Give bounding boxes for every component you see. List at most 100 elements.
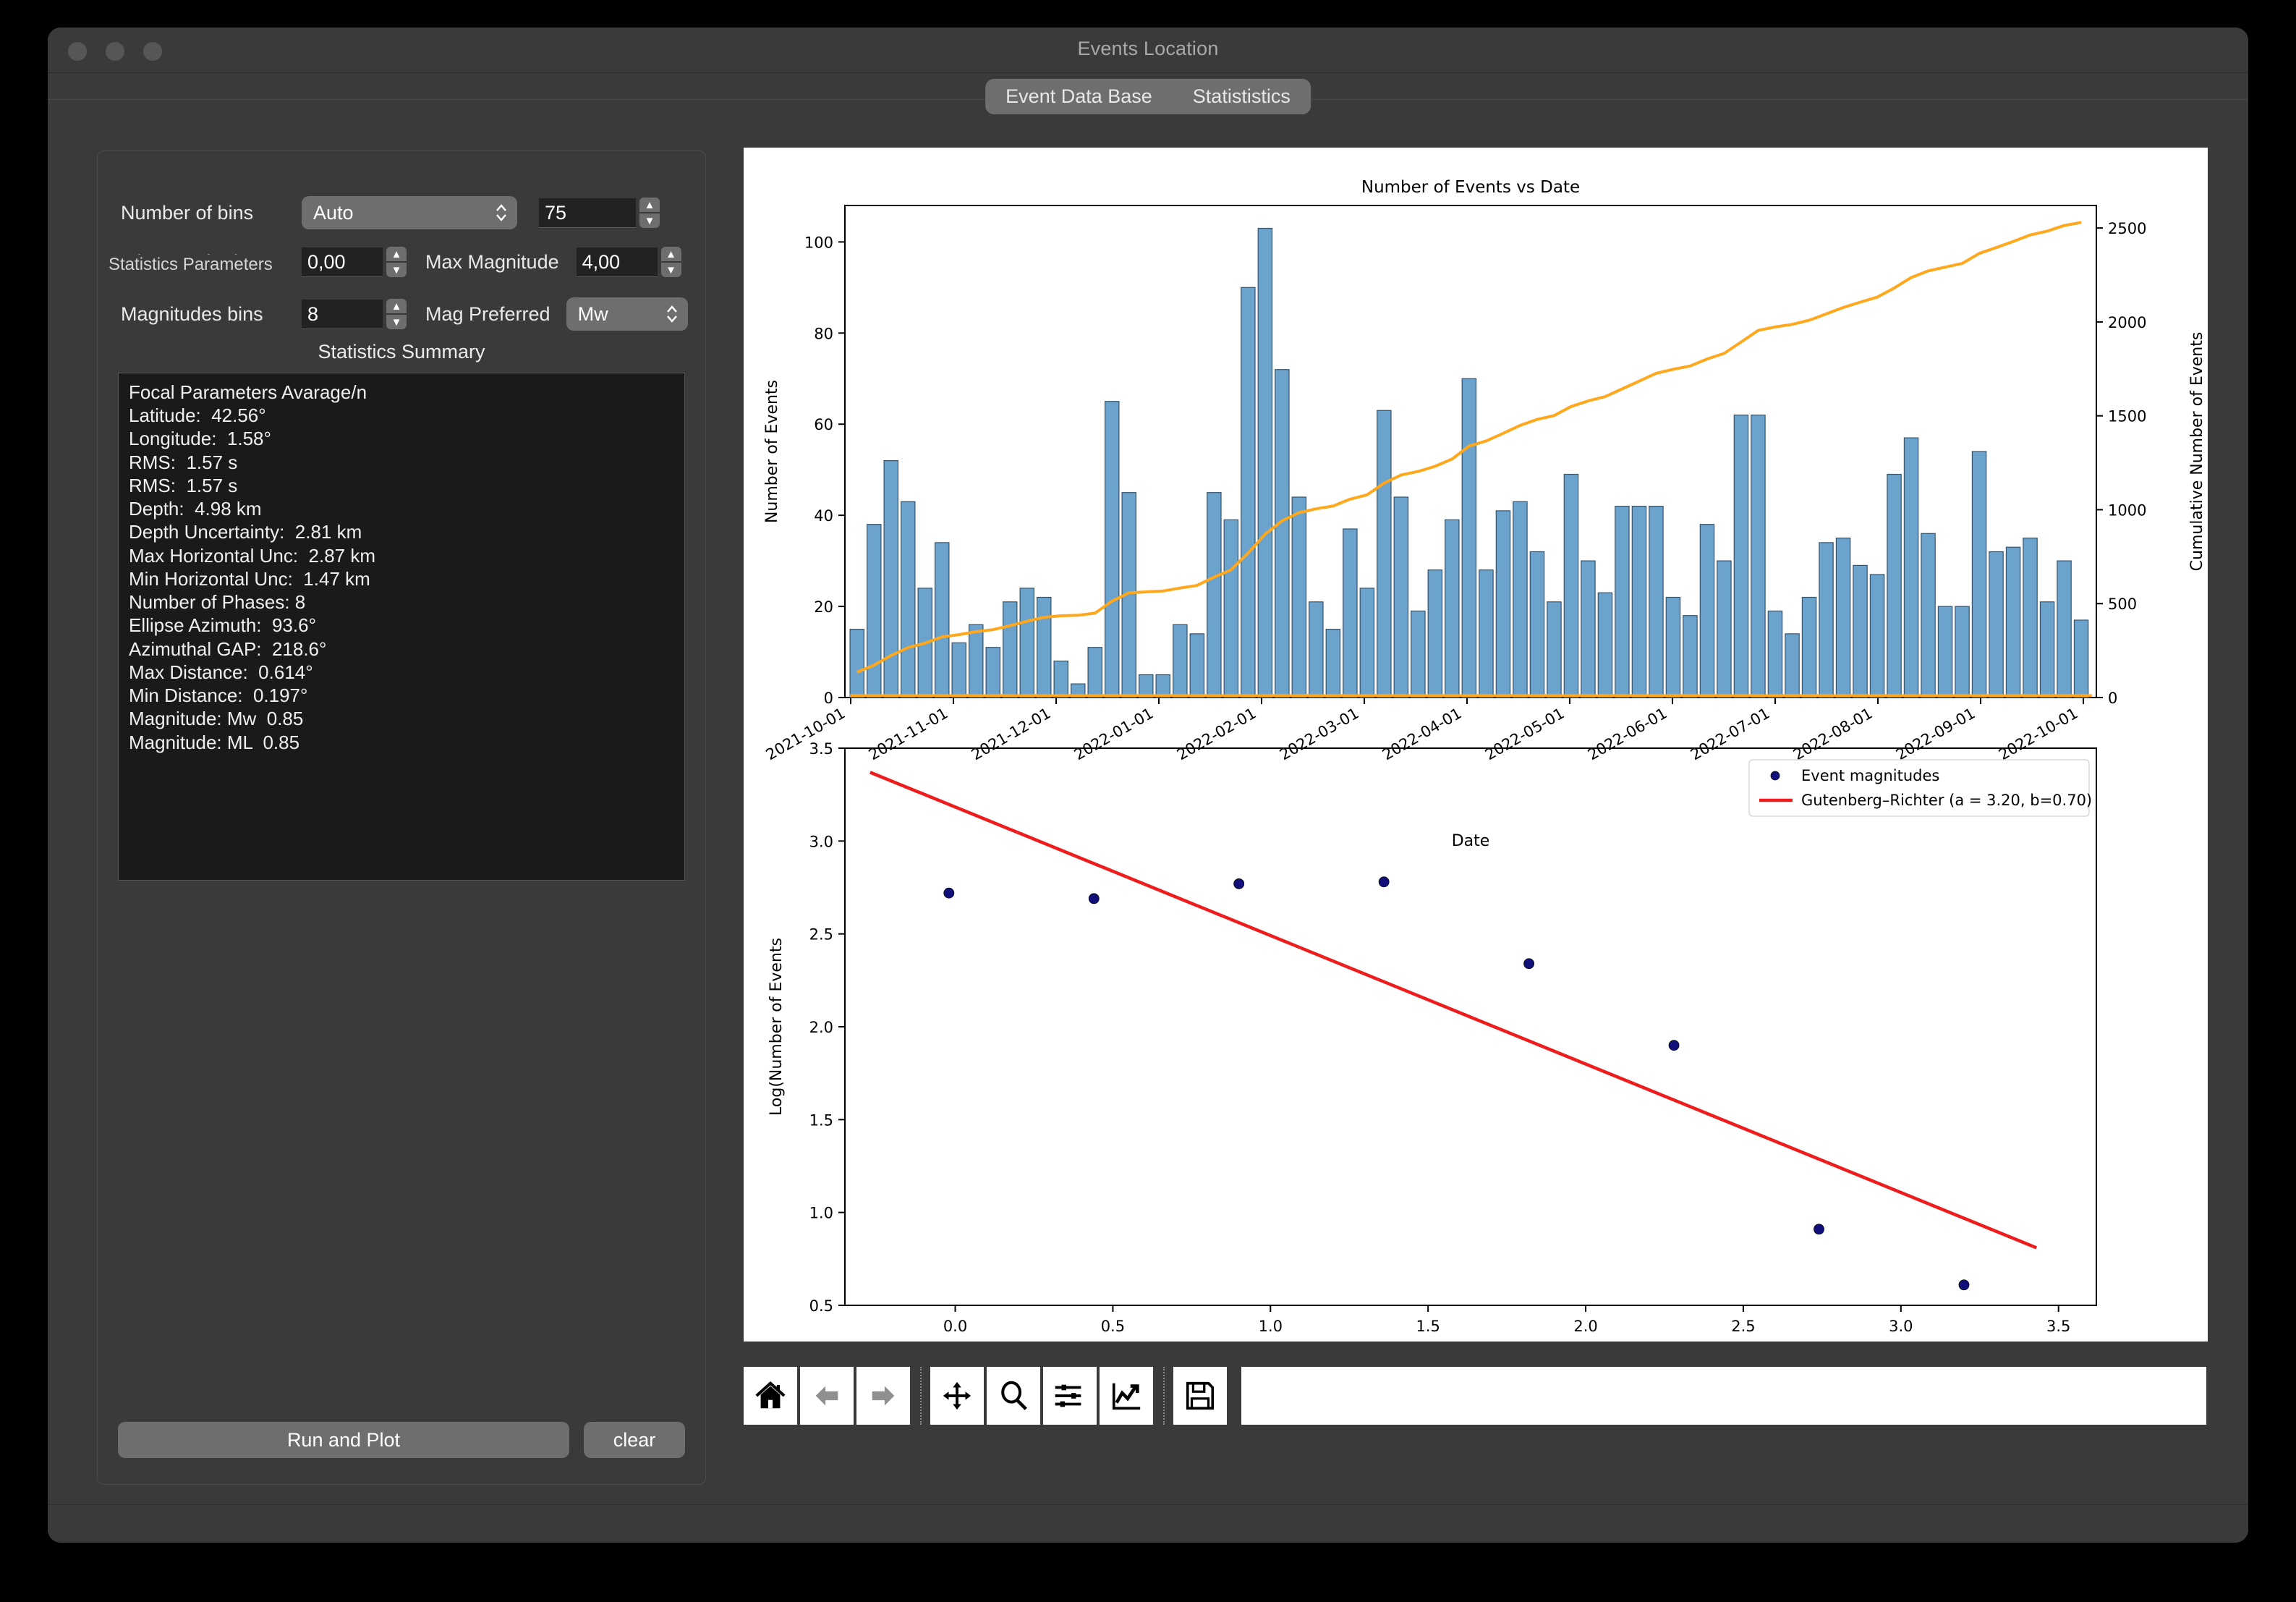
min-magnitude-stepper-buttons[interactable]: ▲ ▼ (386, 247, 407, 277)
tab-event-data-base[interactable]: Event Data Base (985, 79, 1173, 114)
scatter-point (1958, 1279, 1970, 1291)
edit-curve-icon[interactable] (1100, 1367, 1153, 1425)
bar (1445, 519, 1460, 698)
x-tick-label: 2021-12-01 (969, 705, 1054, 764)
tab-statistics[interactable]: Statististics (1172, 79, 1311, 114)
stepper-up-icon[interactable]: ▲ (386, 299, 407, 313)
stepper-down-icon[interactable]: ▼ (386, 263, 407, 277)
bar (867, 524, 882, 698)
home-icon[interactable] (744, 1367, 797, 1425)
zoom-magnifier-icon[interactable] (987, 1367, 1040, 1425)
max-magnitude-stepper[interactable]: 4,00 ▲ ▼ (576, 247, 681, 277)
mag-preferred-select[interactable]: Mw (566, 297, 688, 331)
bar (1393, 496, 1409, 698)
bar (2073, 619, 2089, 698)
subplot-sliders-icon[interactable] (1043, 1367, 1097, 1425)
statistics-summary-text: Focal Parameters Avarage/n Latitude: 42.… (118, 373, 685, 881)
x-tick-label: 2022-01-01 (1071, 705, 1157, 764)
clear-button[interactable]: clear (584, 1422, 685, 1458)
bar (1189, 633, 1205, 698)
bins-value-stepper[interactable]: 75 ▲ ▼ (539, 198, 660, 228)
x-tick-label: 1.0 (1259, 1318, 1283, 1335)
min-magnitude-stepper[interactable]: 0,00 ▲ ▼ (302, 247, 407, 277)
x-tick-label: 2022-06-01 (1585, 705, 1670, 764)
bar (1427, 569, 1443, 698)
stepper-down-icon[interactable]: ▼ (660, 263, 681, 277)
forward-arrow-icon[interactable] (856, 1367, 910, 1425)
y-axis-title: Log(Number of Events (768, 938, 786, 1116)
magnitudes-bins-stepper-buttons[interactable]: ▲ ▼ (386, 299, 407, 329)
number-of-bins-label: Number of bins (121, 201, 254, 224)
bar (1631, 506, 1647, 698)
magnitudes-bins-stepper[interactable]: 8 ▲ ▼ (302, 299, 407, 329)
bar (1563, 473, 1579, 698)
bar (969, 624, 984, 698)
bar (1649, 506, 1664, 698)
bar (1853, 564, 1868, 698)
bar (1937, 606, 1953, 698)
bar (1138, 674, 1154, 698)
bar (1733, 415, 1749, 698)
bar (1921, 533, 1936, 698)
bar (1903, 437, 1919, 698)
run-and-plot-button[interactable]: Run and Plot (118, 1422, 569, 1458)
pan-move-icon[interactable] (930, 1367, 984, 1425)
bar (2005, 546, 2021, 698)
pan-move-glyph (943, 1381, 971, 1410)
bar (1683, 615, 1698, 698)
bins-stepper-buttons[interactable]: ▲ ▼ (639, 198, 660, 228)
bar (1547, 601, 1562, 698)
main-content: Statistics Parameters Number of bins Aut… (48, 113, 2248, 1505)
min-magnitude-input[interactable]: 0,00 (302, 247, 383, 277)
magnitudes-bins-input[interactable]: 8 (302, 299, 383, 329)
bar (951, 642, 967, 698)
window-titlebar: Events Location (48, 27, 2248, 73)
bar (1173, 624, 1188, 698)
bins-mode-value: Auto (313, 201, 354, 224)
bar (1615, 506, 1630, 698)
stepper-down-icon[interactable]: ▼ (639, 213, 660, 228)
bar (2023, 537, 2038, 698)
matplotlib-canvas[interactable]: Number of Events vs Date 0 20 40 60 80 100 Numb… (744, 148, 2208, 1342)
x-tick-label: 2021-10-01 (763, 705, 849, 764)
stepper-down-icon[interactable]: ▼ (386, 315, 407, 329)
action-button-row: Run and Plot clear (118, 1422, 685, 1458)
x-tick-label: 2.0 (1573, 1318, 1597, 1335)
bins-value-input[interactable]: 75 (539, 198, 636, 228)
max-magnitude-input[interactable]: 4,00 (576, 247, 658, 277)
home-glyph (755, 1381, 786, 1409)
bar (1835, 537, 1851, 698)
bar (1461, 378, 1477, 698)
forward-arrow-glyph (872, 1386, 895, 1406)
stepper-up-icon[interactable]: ▲ (386, 247, 407, 261)
save-floppy-icon[interactable] (1173, 1367, 1227, 1425)
bar (1767, 610, 1783, 698)
bar (1223, 519, 1239, 698)
stepper-up-icon[interactable]: ▲ (639, 198, 660, 212)
y-tick-label: 80 (814, 325, 833, 342)
bar (1989, 551, 2004, 698)
edit-curve-glyph (1112, 1383, 1141, 1410)
bar (1343, 528, 1358, 698)
y-axis-title: Number of Events (763, 380, 781, 523)
bar (1257, 227, 1273, 698)
y2-tick-label: 500 (2108, 596, 2137, 613)
scatter-point (1668, 1040, 1680, 1051)
chevron-updown-glyph (666, 305, 677, 323)
bar (1037, 596, 1052, 698)
number-of-bins-row: Number of bins Auto 75 ▲ ▼ (121, 196, 660, 229)
bins-mode-select[interactable]: Auto (302, 196, 517, 229)
toolbar-save-group (1173, 1367, 1230, 1425)
x-tick-label: 2022-05-01 (1482, 705, 1568, 764)
bar (2057, 560, 2072, 698)
tab-list: Event Data Base Statististics (985, 79, 1311, 114)
y-tick-label: 0.5 (809, 1297, 833, 1315)
bar (1479, 569, 1494, 698)
statistics-parameters-label: Statistics Parameters (104, 255, 277, 275)
bar (1819, 542, 1834, 698)
back-arrow-icon[interactable] (800, 1367, 854, 1425)
legend-label-line: Gutenberg–Richter (a = 3.20, b=0.70) (1801, 792, 2092, 809)
stepper-up-icon[interactable]: ▲ (660, 247, 681, 261)
max-magnitude-stepper-buttons[interactable]: ▲ ▼ (660, 247, 681, 277)
magnitudes-bins-label: Magnitudes bins (121, 302, 263, 325)
